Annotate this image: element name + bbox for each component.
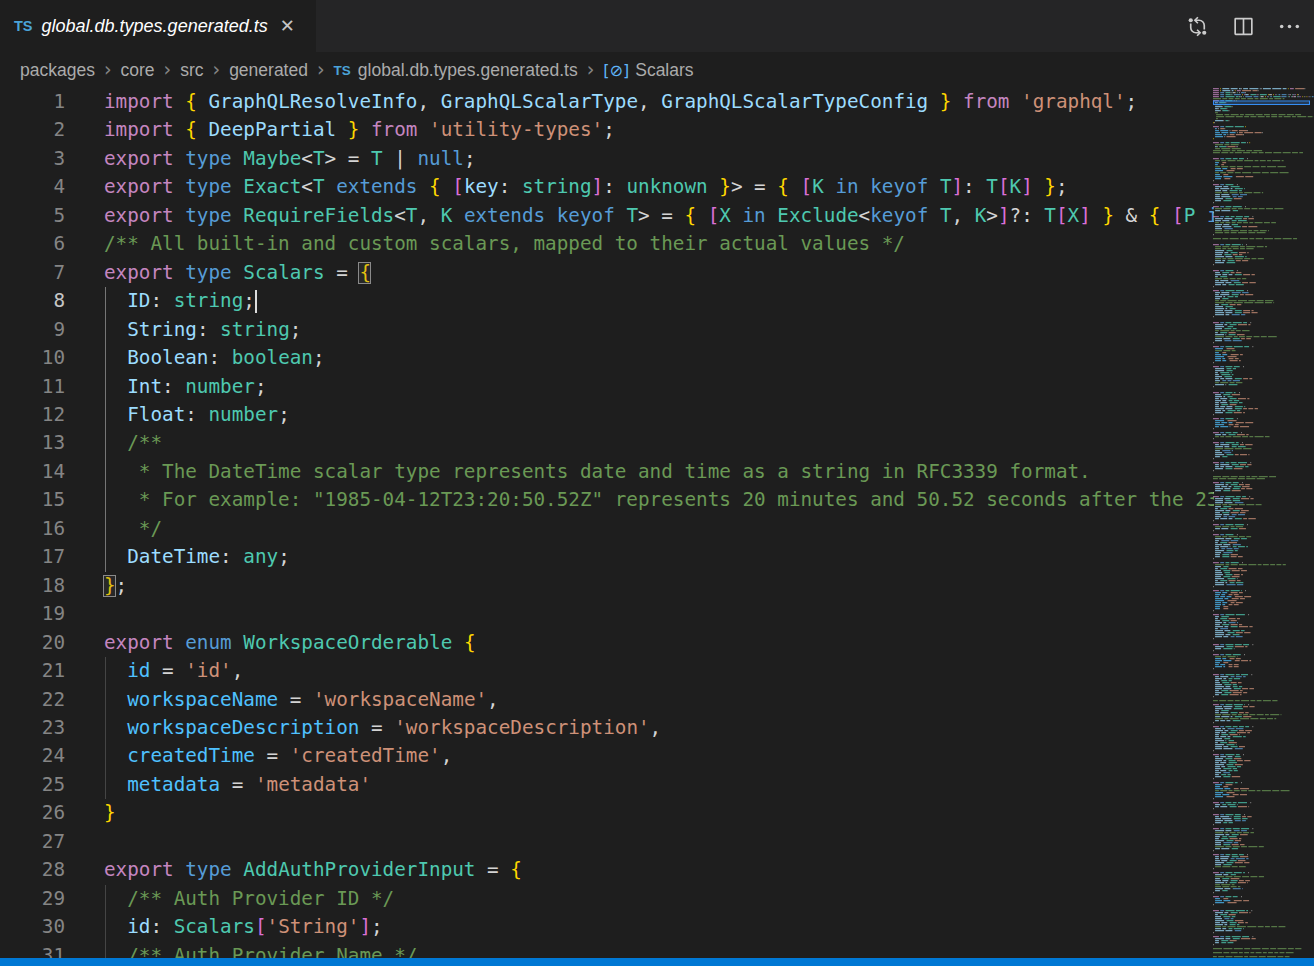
line-number: 5 — [0, 202, 65, 230]
code-line-31: 31 /** Auth Provider Name */ — [0, 942, 1214, 958]
code-line-1: 1import { GraphQLResolveInfo, GraphQLSca… — [0, 88, 1214, 116]
code-line-14: 14 * The DateTime scalar type represents… — [0, 458, 1214, 486]
code-line-30: 30 id: Scalars['String']; — [0, 913, 1214, 941]
line-number: 1 — [0, 88, 65, 116]
breadcrumb-item-core[interactable]: core — [121, 60, 155, 81]
code-area: 1import { GraphQLResolveInfo, GraphQLSca… — [0, 88, 1214, 958]
code-line-3: 3export type Maybe<T> = T | null; — [0, 145, 1214, 173]
line-number: 21 — [0, 657, 65, 685]
editor-actions — [1184, 0, 1302, 52]
breadcrumb-separator: › — [104, 58, 112, 80]
indent-guide — [105, 885, 106, 958]
code-editor[interactable]: 1import { GraphQLResolveInfo, GraphQLSca… — [0, 88, 1314, 958]
code-line-21: 21 id = 'id', — [0, 657, 1214, 685]
code-line-15: 15 * For example: "1985-04-12T23:20:50.5… — [0, 486, 1214, 514]
code-line-26: 26} — [0, 799, 1214, 827]
line-number: 13 — [0, 429, 65, 457]
line-number: 12 — [0, 401, 65, 429]
typescript-file-icon: TS — [334, 63, 351, 78]
code-line-17: 17 DateTime: any; — [0, 543, 1214, 571]
tab-close-icon[interactable]: ✕ — [280, 15, 295, 37]
code-line-23: 23 workspaceDescription = 'workspaceDesc… — [0, 714, 1214, 742]
tab-bar: TS global.db.types.generated.ts ✕ — [0, 0, 1314, 52]
breadcrumb: packages › core › src › generated › TSglobal.db.… — [0, 52, 1314, 88]
indent-guide — [105, 287, 106, 572]
code-line-16: 16 */ — [0, 515, 1214, 543]
line-number: 28 — [0, 856, 65, 884]
line-number: 23 — [0, 714, 65, 742]
tab-label: global.db.types.generated.ts — [42, 16, 268, 37]
code-line-11: 11 Int: number; — [0, 373, 1214, 401]
line-number: 6 — [0, 230, 65, 258]
code-line-24: 24 createdTime = 'createdTime', — [0, 742, 1214, 770]
bracket-match-highlight — [103, 575, 116, 597]
code-line-12: 12 Float: number; — [0, 401, 1214, 429]
line-number: 30 — [0, 913, 65, 941]
line-number: 26 — [0, 799, 65, 827]
code-line-27: 27 — [0, 828, 1214, 856]
minimap[interactable] — [1213, 88, 1314, 958]
vscode-editor-window: TS global.db.types.generated.ts ✕ — [0, 0, 1314, 966]
more-actions-icon[interactable] — [1276, 13, 1302, 39]
line-number: 9 — [0, 316, 65, 344]
split-editor-icon[interactable] — [1230, 13, 1256, 39]
line-number: 18 — [0, 572, 65, 600]
line-number: 27 — [0, 828, 65, 856]
line-number: 4 — [0, 173, 65, 201]
breadcrumb-separator: › — [213, 58, 221, 80]
code-line-7: 7export type Scalars = { — [0, 259, 1214, 287]
bracket-match-highlight — [358, 262, 371, 284]
line-number: 20 — [0, 629, 65, 657]
code-line-4: 4export type Exact<T extends { [key: str… — [0, 173, 1214, 201]
indent-guide — [105, 657, 106, 799]
code-line-28: 28export type AddAuthProviderInput = { — [0, 856, 1214, 884]
code-line-13: 13 /** — [0, 429, 1214, 457]
code-line-19: 19 — [0, 600, 1214, 628]
code-line-22: 22 workspaceName = 'workspaceName', — [0, 686, 1214, 714]
line-number: 19 — [0, 600, 65, 628]
line-number: 17 — [0, 543, 65, 571]
code-line-18: 18}; — [0, 572, 1214, 600]
breadcrumb-separator: › — [164, 58, 172, 80]
breadcrumb-item-src[interactable]: src — [180, 60, 203, 81]
code-line-25: 25 metadata = 'metadata' — [0, 771, 1214, 799]
text-cursor — [255, 290, 257, 313]
code-line-20: 20export enum WorkspaceOrderable { — [0, 629, 1214, 657]
breadcrumb-item-global.db.types.generated.ts[interactable]: TSglobal.db.types.generated.ts — [334, 60, 578, 81]
tab-global-db-types[interactable]: TS global.db.types.generated.ts ✕ — [0, 0, 316, 52]
breadcrumb-item-generated[interactable]: generated — [229, 60, 308, 81]
line-number: 3 — [0, 145, 65, 173]
code-line-2: 2import { DeepPartial } from 'utility-ty… — [0, 116, 1214, 144]
line-number: 10 — [0, 344, 65, 372]
typescript-file-icon: TS — [14, 18, 33, 34]
line-number: 16 — [0, 515, 65, 543]
line-number: 7 — [0, 259, 65, 287]
code-line-29: 29 /** Auth Provider ID */ — [0, 885, 1214, 913]
line-number: 8 — [0, 287, 65, 315]
code-line-10: 10 Boolean: boolean; — [0, 344, 1214, 372]
line-number: 31 — [0, 942, 65, 958]
symbol-type-icon: [⊘] — [603, 61, 629, 80]
code-line-9: 9 String: string; — [0, 316, 1214, 344]
line-number: 14 — [0, 458, 65, 486]
breadcrumb-item-Scalars[interactable]: [⊘]Scalars — [603, 60, 693, 81]
open-changes-icon[interactable] — [1184, 13, 1210, 39]
line-number: 24 — [0, 742, 65, 770]
breadcrumb-item-packages[interactable]: packages — [20, 60, 95, 81]
line-number: 22 — [0, 686, 65, 714]
breadcrumb-separator: › — [587, 58, 595, 80]
line-number: 11 — [0, 373, 65, 401]
code-line-6: 6/** All built-in and custom scalars, ma… — [0, 230, 1214, 258]
code-line-5: 5export type RequireFields<T, K extends … — [0, 202, 1214, 230]
status-bar — [0, 958, 1314, 966]
breadcrumb-separator: › — [317, 58, 325, 80]
line-number: 15 — [0, 486, 65, 514]
code-line-8: 8 ID: string; — [0, 287, 1214, 315]
line-number: 29 — [0, 885, 65, 913]
line-number: 25 — [0, 771, 65, 799]
line-number: 2 — [0, 116, 65, 144]
